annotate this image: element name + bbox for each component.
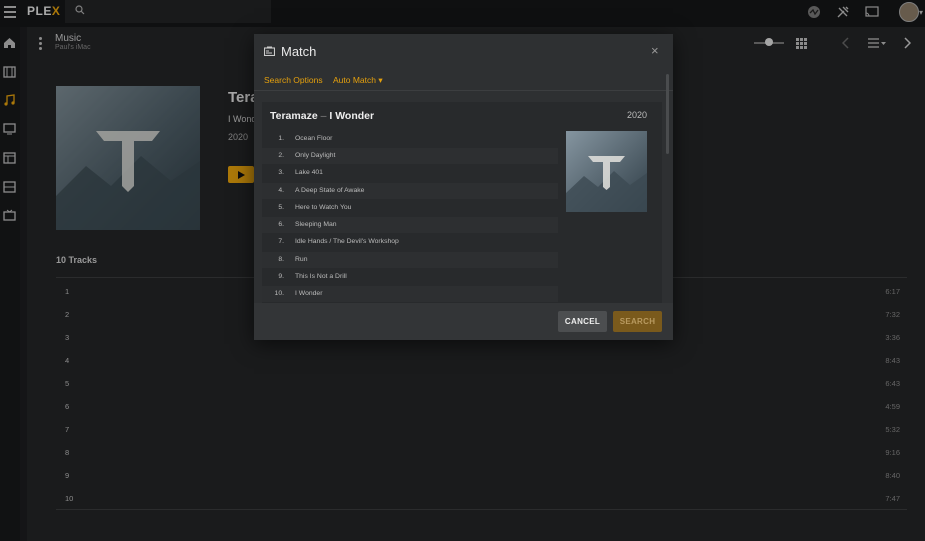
list-item: 10. I Wonder [262,286,558,302]
match-dialog: Match × Search Options Auto Match ▾ Tera… [254,34,673,340]
dialog-title: Match [281,44,317,59]
list-item: 4. A Deep State of Awake [262,183,558,199]
dialog-tabs: Search Options Auto Match ▾ [254,70,673,91]
list-item: 8. Run [262,252,558,268]
dialog-footer: CANCEL SEARCH [254,303,673,340]
result-title: Teramaze – I Wonder [270,110,375,122]
list-item: 1. Ocean Floor [278,135,333,142]
list-item: 2. Only Daylight [262,148,558,164]
dialog-header: Match × [254,34,673,70]
tab-auto-match[interactable]: Auto Match ▾ [333,75,383,86]
close-icon[interactable]: × [651,43,659,58]
result-cover [566,131,647,212]
match-result[interactable]: Teramaze – I Wonder 2020 1. Ocean Floor 2… [262,102,662,303]
list-item: 6. Sleeping Man [262,217,558,233]
cancel-button[interactable]: CANCEL [558,311,607,332]
match-icon [264,46,275,56]
list-item: 7. Idle Hands / The Devil's Workshop [278,238,399,245]
search-button[interactable]: SEARCH [613,311,662,332]
result-year: 2020 [627,110,648,120]
list-item: 9. This Is Not a Drill [278,273,347,280]
scrollbar[interactable] [666,74,669,154]
list-item: 5. Here to Watch You [278,204,352,211]
tab-search-options[interactable]: Search Options [264,75,323,85]
list-item: 3. Lake 401 [278,169,323,176]
